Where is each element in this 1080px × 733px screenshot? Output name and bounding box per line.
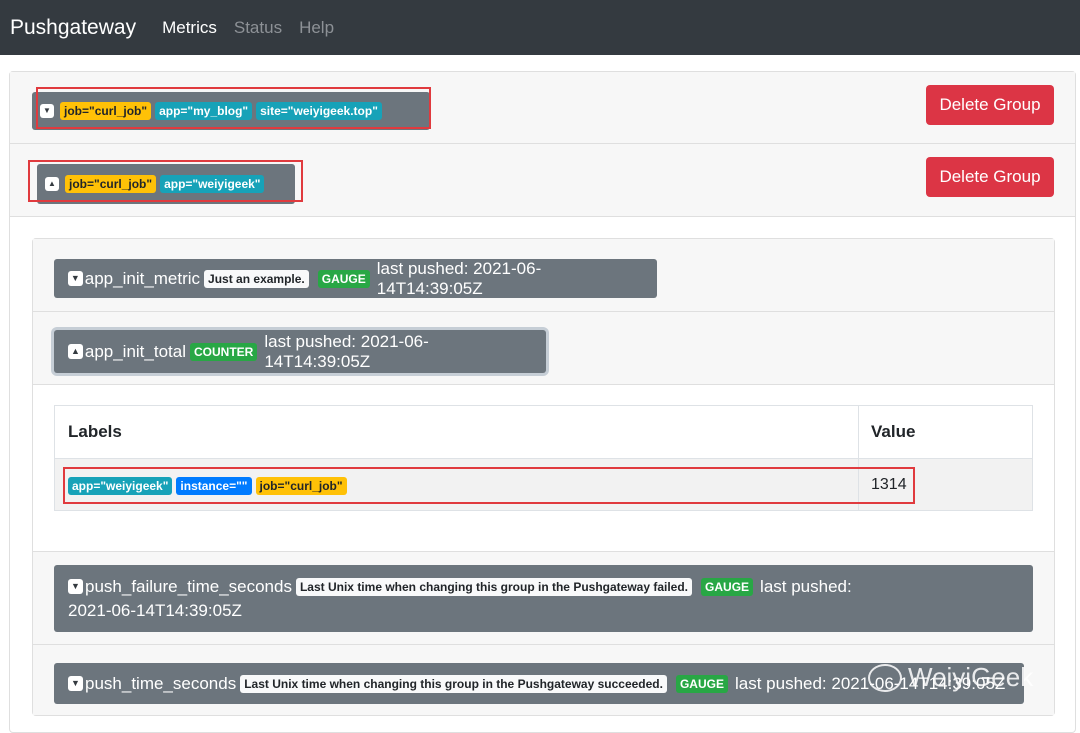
metrics-card: ▼ job="curl_job" app="my_blog" site="wei…	[9, 71, 1076, 733]
label-badge: instance=""	[176, 477, 252, 495]
metric-name: app_init_total	[84, 341, 186, 361]
delete-group-button[interactable]: Delete Group	[926, 85, 1054, 125]
metric-name: app_init_metric	[84, 268, 201, 288]
group-label-badge: app="my_blog"	[155, 102, 253, 120]
metric-row: ▼ push_failure_time_seconds Last Unix ti…	[33, 552, 1054, 645]
nav-status[interactable]: Status	[234, 18, 282, 38]
last-pushed: last pushed: 2021-06-14T14:39:05Z	[264, 331, 429, 371]
watermark-text: WeiyiGeek	[908, 662, 1034, 692]
metric-header-toggle[interactable]: ▼ app_init_metric Just an example. GAUGE…	[54, 259, 657, 298]
metric-type-badge: GAUGE	[675, 674, 728, 693]
group-label-badge: job="curl_job"	[65, 175, 157, 193]
last-pushed: last pushed: 2021-06-14T14:39:05Z	[376, 258, 542, 298]
metric-row: ▼ app_init_metric Just an example. GAUGE…	[33, 239, 1054, 312]
wechat-icon	[868, 663, 902, 692]
expand-icon: ▼	[68, 676, 83, 691]
nav-metrics[interactable]: Metrics	[162, 18, 217, 38]
row-labels: app="weiyigeek" instance="" job="curl_jo…	[68, 477, 351, 495]
last-pushed-prefix: last pushed:	[760, 576, 852, 596]
metric-type-badge: GAUGE	[317, 269, 370, 288]
collapse-icon: ▲	[68, 344, 83, 359]
collapse-icon: ▲	[45, 177, 59, 191]
group-label-badge: site="weiyigeek.top"	[256, 102, 382, 120]
group-metrics-card: ▼ app_init_metric Just an example. GAUGE…	[32, 238, 1055, 716]
column-divider	[858, 406, 859, 510]
group-label-badge: job="curl_job"	[60, 102, 152, 120]
expand-icon: ▼	[68, 579, 83, 594]
metric-header-toggle[interactable]: ▲ app_init_total COUNTER last pushed: 20…	[54, 330, 546, 373]
expand-icon: ▼	[68, 271, 83, 286]
table-header: Labels Value	[55, 406, 1032, 459]
metric-table: Labels Value app="weiyigeek" instance=""…	[54, 405, 1033, 511]
table-row: app="weiyigeek" instance="" job="curl_jo…	[55, 459, 1032, 510]
metric-row: ▲ app_init_total COUNTER last pushed: 20…	[33, 312, 1054, 385]
metric-value: 1314	[871, 476, 907, 493]
delete-group-button[interactable]: Delete Group	[926, 157, 1054, 197]
metric-header-toggle[interactable]: ▼ push_failure_time_seconds Last Unix ti…	[54, 565, 1033, 632]
group-row: ▲ job="curl_job" app="weiyigeek" Delete …	[10, 144, 1075, 217]
metric-help-badge: Last Unix time when changing this group …	[240, 674, 667, 693]
nav-help[interactable]: Help	[299, 18, 334, 38]
brand-link[interactable]: Pushgateway	[10, 16, 136, 40]
group-header-toggle[interactable]: ▼ job="curl_job" app="my_blog" site="wei…	[32, 92, 430, 130]
label-badge: app="weiyigeek"	[68, 477, 173, 495]
metric-help-badge: Just an example.	[204, 269, 309, 288]
navbar: Pushgateway Metrics Status Help	[0, 0, 1080, 55]
last-pushed-date: 2021-06-14T14:39:05Z	[68, 600, 242, 620]
group-row: ▼ job="curl_job" app="my_blog" site="wei…	[10, 72, 1075, 144]
group-header-toggle[interactable]: ▲ job="curl_job" app="weiyigeek"	[37, 164, 295, 204]
metric-name: push_time_seconds	[85, 673, 237, 693]
metric-type-badge: COUNTER	[190, 342, 258, 361]
expand-icon: ▼	[40, 104, 54, 118]
metric-help-badge: Last Unix time when changing this group …	[295, 577, 693, 596]
metric-type-badge: GAUGE	[701, 577, 754, 596]
watermark: WeiyiGeek	[868, 662, 1033, 693]
value-column-header: Value	[871, 422, 916, 441]
label-badge: job="curl_job"	[255, 477, 347, 495]
group-label-badge: app="weiyigeek"	[160, 175, 265, 193]
labels-column-header: Labels	[68, 422, 122, 441]
metric-name: push_failure_time_seconds	[85, 576, 292, 596]
